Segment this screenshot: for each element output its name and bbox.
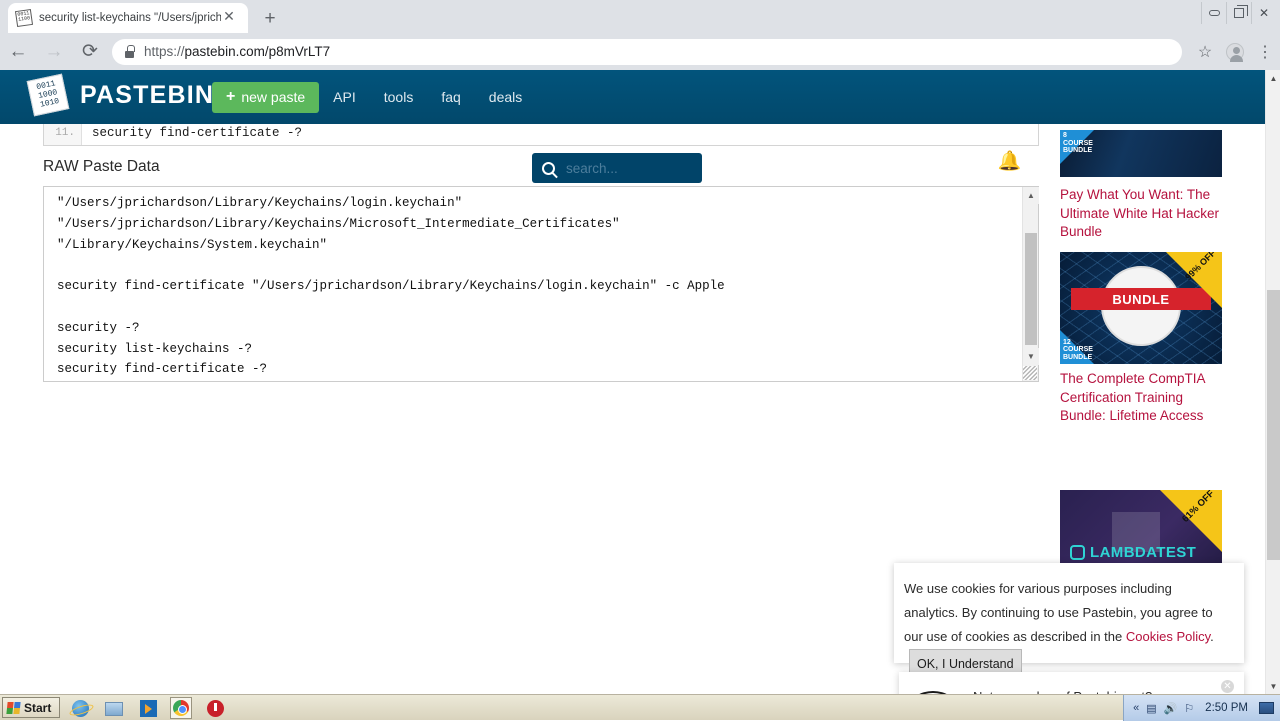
envelope-icon[interactable]: ✉ xyxy=(960,152,976,172)
maximize-button[interactable] xyxy=(1226,2,1251,24)
cookie-text: We use cookies for various purposes incl… xyxy=(904,577,1228,679)
internet-explorer-icon[interactable] xyxy=(70,699,90,718)
browser-chrome: 0011 1100 security list-keychains "/Users… xyxy=(0,0,1280,70)
nav-link-api[interactable]: API xyxy=(319,82,370,113)
resize-handle[interactable] xyxy=(1023,366,1037,380)
ad-title-1[interactable]: Pay What You Want: The Ultimate White Ha… xyxy=(1060,186,1226,242)
search-icon xyxy=(542,161,555,175)
browser-menu-icon[interactable]: ⋮ xyxy=(1250,37,1280,67)
lambdatest-label: LAMBDATEST xyxy=(1090,544,1197,561)
ad-title-2[interactable]: The Complete CompTIA Certification Train… xyxy=(1060,370,1226,426)
new-paste-label: new paste xyxy=(241,89,306,105)
search-placeholder: search... xyxy=(566,160,618,176)
nav-link-faq[interactable]: faq xyxy=(427,82,474,113)
paste-code-box: 11. security find-certificate -? xyxy=(43,124,1039,146)
pastebin-header: 0011 1000 1010 PASTEBIN + new paste API to… xyxy=(0,70,1265,183)
minimize-button[interactable] xyxy=(1201,2,1226,24)
pastebin-nav: + new paste API tools faq deals xyxy=(212,81,536,113)
forward-button[interactable]: → xyxy=(36,34,72,70)
bookmark-star-icon[interactable]: ☆ xyxy=(1190,37,1220,67)
browser-toolbar: ← → ⟳ https://pastebin.com/p8mVrLT7 ☆ ⋮ xyxy=(0,33,1280,70)
ad-badge-label-2: 12 COURSE BUNDLE xyxy=(1063,338,1093,361)
window-controls: ✕ xyxy=(1201,0,1276,26)
url-text: https://pastebin.com/p8mVrLT7 xyxy=(144,44,330,59)
stop-icon[interactable] xyxy=(205,699,225,718)
pastebin-logo[interactable]: 0011 1000 1010 PASTEBIN xyxy=(26,73,215,117)
tab-title: security list-keychains "/Users/jprich xyxy=(39,12,221,24)
profile-avatar-icon[interactable] xyxy=(1220,37,1250,67)
system-tray: « ▤ 🔊 ⚐ 2:50 PM xyxy=(1123,695,1280,721)
signup-toast-text: Not a member of Pastebin yet? Sign Up, i… xyxy=(973,685,1201,695)
tray-expand-icon[interactable]: « xyxy=(1133,702,1139,714)
plus-icon: + xyxy=(226,88,236,105)
media-player-icon[interactable] xyxy=(138,699,158,718)
ad-image-2[interactable]: CompTIA BUNDLE 99% OFF 12COURSEBUNDLE xyxy=(1060,252,1222,364)
new-tab-button[interactable]: + xyxy=(256,7,284,31)
lambdatest-logo-icon xyxy=(1070,545,1085,560)
code-line-text: security find-certificate -? xyxy=(92,126,303,140)
cookie-text-after: . xyxy=(1210,629,1214,644)
url-scheme: https:// xyxy=(144,44,185,59)
scroll-down-icon[interactable]: ▼ xyxy=(1023,348,1039,365)
cookies-policy-link[interactable]: Cookies Policy xyxy=(1126,629,1210,644)
raw-paste-content: "/Users/jprichardson/Library/Keychains/l… xyxy=(57,196,725,377)
code-line-number: 11. xyxy=(44,124,82,145)
signup-toast-line1: Not a member of Pastebin yet? xyxy=(973,685,1201,695)
reload-button[interactable]: ⟳ xyxy=(72,34,108,70)
windows-flag-icon xyxy=(6,701,21,714)
signup-toast: HELLO Not a member of Pastebin yet? Sign… xyxy=(899,672,1244,694)
flag-icon[interactable]: ⚐ xyxy=(1184,702,1194,715)
raw-paste-textarea[interactable]: "/Users/jprichardson/Library/Keychains/l… xyxy=(43,186,1039,382)
cookie-consent-banner: We use cookies for various purposes incl… xyxy=(894,563,1244,679)
windows-taskbar: Start « ▤ 🔊 ⚐ 2:50 PM xyxy=(0,694,1280,721)
close-tab-icon[interactable]: ✕ xyxy=(221,10,237,26)
textarea-scrollbar[interactable]: ▲ ▼ xyxy=(1022,187,1039,381)
browser-tab[interactable]: 0011 1100 security list-keychains "/Users… xyxy=(8,3,248,33)
raw-paste-data-heading: RAW Paste Data xyxy=(43,158,160,175)
page-scroll-up-icon[interactable]: ▲ xyxy=(1266,70,1280,86)
nav-link-tools[interactable]: tools xyxy=(370,82,428,113)
url-host-path: pastebin.com/p8mVrLT7 xyxy=(184,44,331,59)
discount-corner-2 xyxy=(1166,252,1222,308)
page-scrollbar-thumb[interactable] xyxy=(1267,290,1280,560)
new-paste-button[interactable]: + new paste xyxy=(212,81,320,113)
address-bar[interactable]: https://pastebin.com/p8mVrLT7 xyxy=(112,38,1182,65)
ad-image-1[interactable]: 8 COURSE BUNDLE xyxy=(1060,130,1222,177)
tab-strip: 0011 1100 security list-keychains "/Users… xyxy=(0,0,1280,33)
chrome-icon[interactable] xyxy=(170,697,192,719)
clock[interactable]: 2:50 PM xyxy=(1205,702,1248,714)
close-icon[interactable]: ✕ xyxy=(1221,680,1234,693)
folder-icon[interactable] xyxy=(104,699,124,718)
bell-icon[interactable]: 🔔 xyxy=(998,152,1022,172)
search-input[interactable]: search... xyxy=(532,153,702,183)
scroll-up-icon[interactable]: ▲ xyxy=(1023,187,1039,204)
back-button[interactable]: ← xyxy=(0,34,36,70)
list-icon[interactable]: ▤ xyxy=(920,152,938,172)
tab-favicon-icon: 0011 1100 xyxy=(14,8,34,28)
pastebin-logo-text: PASTEBIN xyxy=(80,80,215,109)
page-scroll-down-icon[interactable]: ▼ xyxy=(1266,678,1280,694)
page-viewport: 0011 1000 1010 PASTEBIN + new paste API to… xyxy=(0,70,1280,694)
volume-icon[interactable]: 🔊 xyxy=(1164,702,1178,715)
show-desktop-icon[interactable] xyxy=(1259,702,1274,714)
pastebin-logo-icon: 0011 1000 1010 xyxy=(26,73,70,117)
header-icon-group: ▤ ✉ 🔔 ⚙ xyxy=(920,152,1061,172)
ad-badge-label-1: 8 COURSE BUNDLE xyxy=(1063,132,1093,154)
page-scrollbar[interactable]: ▲ ▼ xyxy=(1265,70,1280,694)
start-button[interactable]: Start xyxy=(2,697,61,718)
nav-link-deals[interactable]: deals xyxy=(475,82,536,113)
close-window-button[interactable]: ✕ xyxy=(1251,2,1276,24)
scrollbar-thumb[interactable] xyxy=(1025,233,1037,345)
lock-icon xyxy=(124,45,135,58)
network-icon[interactable]: ▤ xyxy=(1146,702,1156,715)
lambdatest-brand: LAMBDATEST xyxy=(1070,544,1196,561)
start-label: Start xyxy=(24,700,52,715)
ad-image-3[interactable]: 61% OFF LAMBDATEST xyxy=(1060,490,1222,568)
